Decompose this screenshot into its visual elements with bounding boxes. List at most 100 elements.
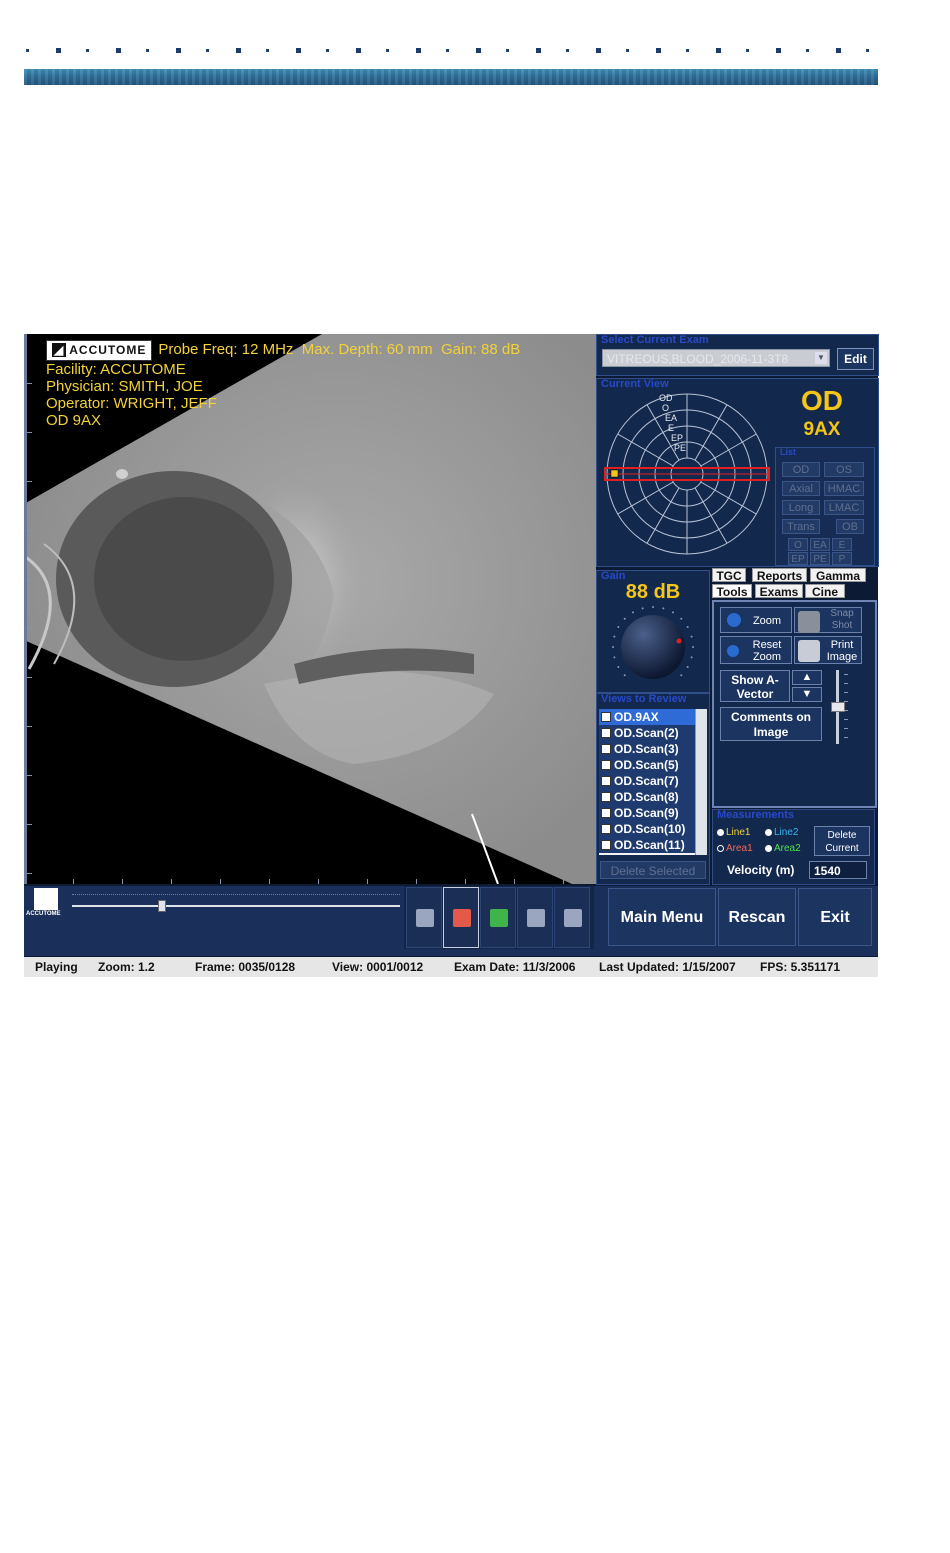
delete-selected-button[interactable]: Delete Selected xyxy=(600,861,706,879)
list-item[interactable]: OD.9AX xyxy=(599,709,697,725)
ultrasound-image-area[interactable]: ◢ ACCUTOME Probe Freq: 12 MHz Max. Depth: … xyxy=(24,334,596,884)
play-button[interactable] xyxy=(406,887,442,948)
list-item[interactable]: OD.Scan(10) xyxy=(599,821,697,837)
radio-area2[interactable] xyxy=(765,844,772,852)
gain-knob[interactable] xyxy=(609,603,697,691)
tab-gamma[interactable]: Gamma xyxy=(810,568,866,583)
list-item[interactable]: OD.Scan(9) xyxy=(599,805,697,821)
list-item[interactable]: OD.Scan(2) xyxy=(599,725,697,741)
checkbox[interactable] xyxy=(601,727,611,738)
area2-option[interactable]: Area2 xyxy=(765,843,801,854)
pause-button[interactable] xyxy=(480,887,516,948)
reset-zoom-button[interactable]: Reset Zoom xyxy=(720,636,792,664)
checkbox[interactable] xyxy=(601,839,611,850)
tab-exams[interactable]: Exams xyxy=(755,584,803,599)
header-dot xyxy=(146,49,149,52)
knob-tick xyxy=(686,626,689,628)
polar-spoke xyxy=(617,433,674,467)
line2-label: Line2 xyxy=(774,827,799,838)
delete-current-button[interactable]: Delete Current xyxy=(814,826,870,856)
arrow-down-button[interactable]: ▼ xyxy=(792,687,822,702)
zoom-button[interactable]: Zoom xyxy=(720,607,792,633)
list-item[interactable]: OD.Scan(3) xyxy=(599,741,697,757)
view-button-trans[interactable]: Trans xyxy=(782,519,820,534)
rescan-button[interactable]: Rescan xyxy=(718,888,796,946)
slider-tick xyxy=(844,710,848,711)
view-button-ea[interactable]: EA xyxy=(810,538,830,551)
list-item[interactable]: OD.Scan(11) xyxy=(599,837,697,853)
radio-area1[interactable] xyxy=(717,844,724,852)
view-button-ep[interactable]: EP xyxy=(788,552,808,565)
a-vector-slider-handle[interactable] xyxy=(831,702,845,712)
header-dot xyxy=(56,48,61,53)
view-button-p[interactable]: P xyxy=(832,552,852,565)
radio-line1[interactable] xyxy=(717,828,724,836)
line2-option[interactable]: Line2 xyxy=(765,827,798,838)
view-button-long[interactable]: Long xyxy=(782,500,820,515)
knob-tick xyxy=(686,666,689,668)
line1-option[interactable]: Line1 xyxy=(717,827,750,838)
view-button-pe[interactable]: PE xyxy=(810,552,830,565)
arrow-up-button[interactable]: ▲ xyxy=(792,670,822,685)
list-item[interactable]: OD.Scan(7) xyxy=(599,773,697,789)
reset-zoom-label: Reset Zoom xyxy=(752,639,782,663)
polar-view-diagram[interactable] xyxy=(599,385,779,565)
checkbox[interactable] xyxy=(601,775,611,786)
velocity-input[interactable]: 1540 xyxy=(809,861,867,879)
knob-tick xyxy=(680,617,683,620)
view-button-ob[interactable]: OB xyxy=(836,519,864,534)
depth-tick xyxy=(27,775,32,776)
bottom-bar: ACCUTOME Main Menu Rescan Exit xyxy=(24,886,878,956)
list-item[interactable]: OD.Scan(5) xyxy=(599,757,697,773)
horizontal-tick xyxy=(318,879,319,884)
tab-tools[interactable]: Tools xyxy=(712,584,752,599)
cine-progress-handle[interactable] xyxy=(157,900,166,912)
list-item[interactable]: OD.Scan(8) xyxy=(599,789,697,805)
checkbox[interactable] xyxy=(601,711,611,722)
view-button-lmac[interactable]: LMAC xyxy=(824,500,864,515)
header-dot xyxy=(386,49,389,52)
checkbox[interactable] xyxy=(601,807,611,818)
show-a-vector-button[interactable]: Show A-Vector xyxy=(720,670,790,702)
record-button[interactable] xyxy=(443,887,479,948)
header-dot xyxy=(776,48,781,53)
cine-progress-track[interactable] xyxy=(72,905,400,907)
depth-tick xyxy=(27,432,32,433)
tab-reports[interactable]: Reports xyxy=(752,568,807,583)
knob-tick xyxy=(617,626,620,628)
edit-exam-button[interactable]: Edit xyxy=(837,348,874,370)
list-item-label: OD.Scan(11) xyxy=(614,838,685,852)
main-menu-button[interactable]: Main Menu xyxy=(608,888,716,946)
measurements-title: Measurements xyxy=(717,809,795,821)
operator-label: Operator: WRIGHT, JEFF xyxy=(46,395,217,412)
checkbox[interactable] xyxy=(601,743,611,754)
chevron-down-icon[interactable]: ▼ xyxy=(815,352,827,364)
view-button-hmac[interactable]: HMAC xyxy=(824,481,864,496)
tab-cine[interactable]: Cine xyxy=(805,584,845,599)
exit-button[interactable]: Exit xyxy=(798,888,872,946)
header-dot xyxy=(326,49,329,52)
print-image-button[interactable]: Print Image xyxy=(794,636,862,664)
checkbox[interactable] xyxy=(601,759,611,770)
view-button-axial[interactable]: Axial xyxy=(782,481,820,496)
depth-tick xyxy=(27,530,32,531)
exam-dropdown[interactable]: VITREOUS,BLOOD_2006-11-3T8 ▼ xyxy=(602,349,830,367)
step-back-button[interactable] xyxy=(517,887,553,948)
comments-on-image-button[interactable]: Comments on Image xyxy=(720,707,822,741)
tab-tgc[interactable]: TGC xyxy=(712,568,746,583)
checkbox[interactable] xyxy=(601,823,611,834)
radio-line2[interactable] xyxy=(765,828,772,836)
checkbox[interactable] xyxy=(601,791,611,802)
view-button-e[interactable]: E xyxy=(832,538,852,551)
snapshot-button[interactable]: Snap Shot xyxy=(794,607,862,633)
view-button-o[interactable]: O xyxy=(788,538,808,551)
slider-tick xyxy=(844,728,848,729)
view-button-os[interactable]: OS xyxy=(824,462,864,477)
exam-dropdown-value: VITREOUS,BLOOD_2006-11-3T8 xyxy=(607,352,789,366)
views-scrollbar[interactable] xyxy=(695,709,707,855)
slider-tick xyxy=(844,701,848,702)
step-forward-button[interactable] xyxy=(554,887,590,948)
snapshot-label: Snap Shot xyxy=(830,608,854,631)
view-button-od[interactable]: OD xyxy=(782,462,820,477)
area1-option[interactable]: Area1 xyxy=(717,843,753,854)
